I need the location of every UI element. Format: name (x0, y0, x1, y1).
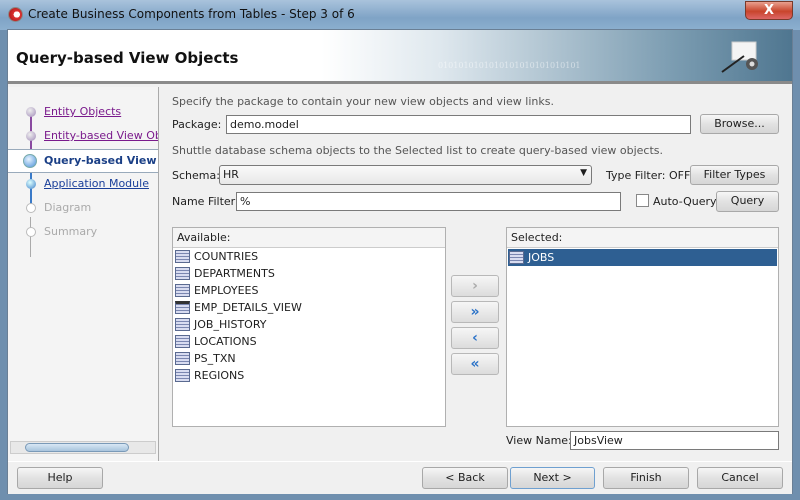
name-filter-input[interactable]: % (236, 192, 621, 211)
list-item-label: COUNTRIES (194, 250, 259, 263)
view-name-label: View Name: (506, 434, 572, 447)
list-item-label: PS_TXN (194, 352, 236, 365)
table-icon (175, 318, 190, 331)
back-button[interactable]: < Back (422, 467, 508, 489)
nav-step-label: Summary (44, 225, 98, 238)
wizard-header: Query-based View Objects 010101010101010… (8, 30, 792, 84)
list-item[interactable]: JOBS (508, 249, 777, 266)
help-button[interactable]: Help (17, 467, 103, 489)
nav-step-label: Entity-based View Objects (44, 129, 158, 142)
nav-step-entity-objects[interactable]: Entity Objects (8, 101, 158, 123)
title-bar: Create Business Components from Tables -… (0, 0, 800, 30)
step-dot-icon (26, 179, 36, 189)
available-header: Available: (173, 228, 445, 248)
query-button[interactable]: Query (716, 191, 779, 212)
wizard-steps-nav: Entity Objects Entity-based View Objects… (8, 87, 159, 461)
remove-selected-button[interactable]: ‹ (451, 327, 499, 349)
filter-types-button[interactable]: Filter Types (690, 165, 779, 185)
window-title: Create Business Components from Tables -… (28, 7, 355, 21)
view-name-input[interactable]: JobsView (570, 431, 779, 450)
list-item-label: EMP_DETAILS_VIEW (194, 301, 302, 314)
schema-select[interactable]: HR ▼ (219, 165, 592, 185)
available-list[interactable]: Available: COUNTRIES DEPARTMENTS EMPLOYEES… (172, 227, 446, 427)
remove-all-button[interactable]: « (451, 353, 499, 375)
table-icon (175, 267, 190, 280)
step-dot-icon (26, 203, 36, 213)
wizard-gear-icon (721, 41, 758, 73)
cancel-button[interactable]: Cancel (697, 467, 783, 489)
list-item[interactable]: LOCATIONS (174, 333, 444, 350)
package-label: Package: (172, 118, 222, 131)
list-item[interactable]: JOB_HISTORY (174, 316, 444, 333)
list-item[interactable]: DEPARTMENTS (174, 265, 444, 282)
nav-horizontal-scrollbar[interactable] (10, 441, 156, 454)
step-dot-icon (26, 107, 36, 117)
nav-step-diagram: Diagram (8, 197, 158, 219)
shuttle-hint: Shuttle database schema objects to the S… (172, 144, 664, 157)
nav-step-label: Entity Objects (44, 105, 122, 118)
step-dot-icon (26, 227, 36, 237)
name-filter-label: Name Filter: (172, 195, 239, 208)
list-item-label: REGIONS (194, 369, 245, 382)
table-icon (175, 335, 190, 348)
list-item-label: LOCATIONS (194, 335, 257, 348)
nav-step-label: Query-based View Objects (44, 154, 158, 167)
table-icon (509, 251, 524, 264)
selected-list[interactable]: Selected: JOBS (506, 227, 779, 427)
move-all-button[interactable]: » (451, 301, 499, 323)
finish-button[interactable]: Finish (603, 467, 689, 489)
table-icon (175, 369, 190, 382)
list-item[interactable]: COUNTRIES (174, 248, 444, 265)
banner-decoration: 0101010101010101010101010101 (438, 61, 581, 70)
next-button[interactable]: Next > (510, 467, 595, 489)
selected-header: Selected: (507, 228, 778, 248)
schema-label: Schema: (172, 169, 220, 182)
app-icon (8, 7, 23, 22)
move-selected-button[interactable]: › (451, 275, 499, 297)
package-hint: Specify the package to contain your new … (172, 95, 554, 108)
nav-step-label: Diagram (44, 201, 92, 214)
nav-step-label: Application Module (44, 177, 149, 190)
step-content: Specify the package to contain your new … (160, 87, 792, 461)
page-title: Query-based View Objects (16, 49, 239, 67)
step-dot-icon (23, 154, 37, 168)
list-item-label: JOB_HISTORY (194, 318, 267, 331)
view-icon (175, 301, 190, 314)
step-dot-icon (26, 131, 36, 141)
browse-button[interactable]: Browse... (700, 114, 779, 134)
list-item-label: EMPLOYEES (194, 284, 259, 297)
wizard-dialog: Query-based View Objects 010101010101010… (7, 29, 793, 494)
close-button[interactable]: X (745, 1, 793, 20)
type-filter-status: Type Filter: OFF (606, 169, 691, 182)
schema-value: HR (223, 168, 239, 181)
nav-step-summary: Summary (8, 221, 158, 243)
nav-step-entity-based-view-objects[interactable]: Entity-based View Objects (8, 125, 158, 147)
chevron-down-icon: ▼ (580, 168, 587, 178)
package-input[interactable]: demo.model (226, 115, 691, 134)
list-item-label: JOBS (528, 251, 555, 264)
nav-step-query-based-view-objects[interactable]: Query-based View Objects (8, 149, 158, 173)
wizard-footer: Help < Back Next > Finish Cancel (8, 461, 792, 494)
table-icon (175, 284, 190, 297)
list-item[interactable]: EMPLOYEES (174, 282, 444, 299)
table-icon (175, 352, 190, 365)
list-item[interactable]: REGIONS (174, 367, 444, 384)
scrollbar-thumb[interactable] (25, 443, 129, 452)
auto-query-checkbox[interactable] (636, 194, 649, 207)
auto-query-label: Auto-Query (653, 195, 717, 208)
list-item[interactable]: EMP_DETAILS_VIEW (174, 299, 444, 316)
list-item-label: DEPARTMENTS (194, 267, 275, 280)
table-icon (175, 250, 190, 263)
list-item[interactable]: PS_TXN (174, 350, 444, 367)
nav-step-application-module[interactable]: Application Module (8, 173, 158, 195)
